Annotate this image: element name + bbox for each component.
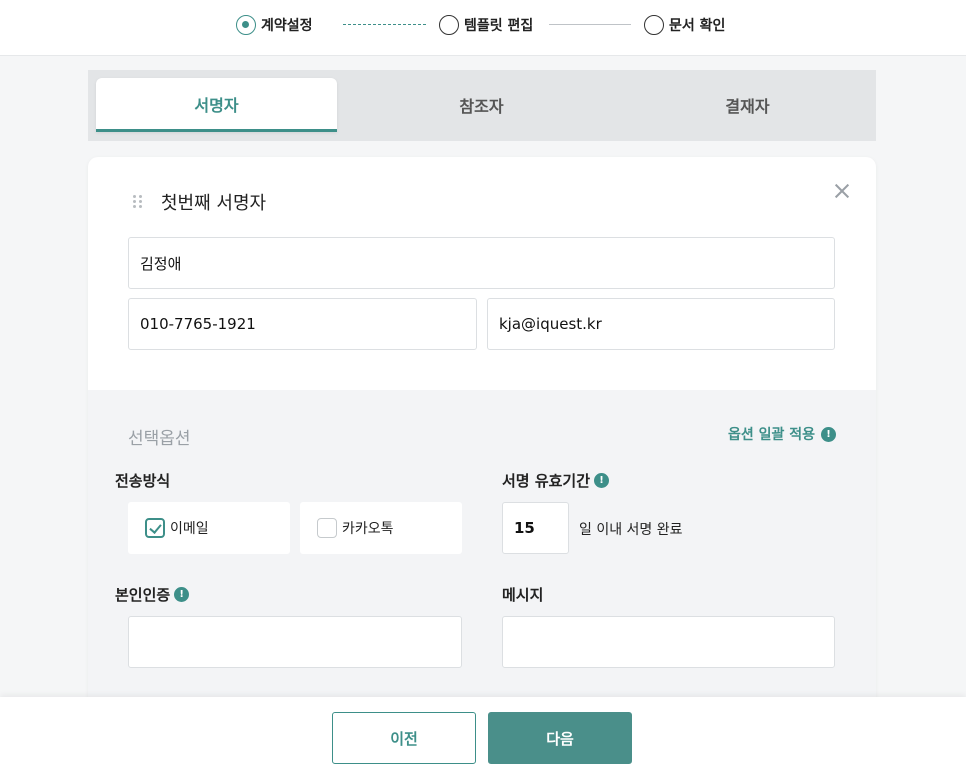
step-radio-icon: [644, 15, 664, 35]
bulk-apply-label: 옵션 일괄 적용: [727, 427, 815, 443]
info-icon: !: [594, 473, 610, 488]
step-connector: [549, 24, 631, 25]
info-icon: !: [821, 426, 836, 442]
options-section: 선택옵션 옵션 일괄 적용 ! 전송방식 이메일 카카오톡 서명 유효기간 ! …: [88, 390, 876, 717]
next-button[interactable]: 다음: [488, 712, 632, 764]
step-connector: [343, 24, 426, 25]
step-radio-icon: [439, 15, 459, 35]
validity-label-text: 서명 유효기간: [502, 472, 591, 490]
step-label: 문서 확인: [669, 18, 726, 34]
message-label: 메시지: [502, 586, 544, 604]
message-field[interactable]: [502, 616, 835, 668]
step-label: 계약설정: [261, 18, 313, 34]
signer-title: 첫번째 서명자: [161, 193, 267, 214]
checkbox-label: 카카오톡: [342, 521, 394, 537]
prev-button[interactable]: 이전: [332, 712, 476, 764]
signer-name-field[interactable]: 김정애: [128, 237, 835, 289]
tab-reference[interactable]: 참조자: [361, 78, 602, 132]
step-contract-settings[interactable]: 계약설정: [236, 14, 313, 36]
identity-field[interactable]: [128, 616, 462, 668]
signer-phone-field[interactable]: 010-7765-1921: [128, 298, 477, 350]
step-template-edit[interactable]: 템플릿 편집: [439, 14, 533, 36]
progress-stepper: 계약설정 템플릿 편집 문서 확인: [0, 0, 966, 56]
signer-email-field[interactable]: kja@iquest.kr: [487, 298, 835, 350]
checkbox-checked-icon: [145, 518, 165, 538]
checkbox-email[interactable]: 이메일: [128, 502, 290, 554]
checkbox-label: 이메일: [170, 521, 209, 537]
step-label: 템플릿 편집: [464, 18, 534, 34]
validity-label: 서명 유효기간 !: [502, 470, 610, 491]
validity-suffix: 일 이내 서명 완료: [579, 522, 683, 538]
step-active-radio-icon: [236, 15, 256, 35]
footer-bar: 이전 다음: [0, 697, 966, 771]
drag-handle-icon[interactable]: [133, 195, 143, 209]
step-document-confirm[interactable]: 문서 확인: [644, 14, 725, 36]
participant-tabs: 서명자 참조자 결재자: [88, 70, 876, 141]
tab-approver[interactable]: 결재자: [627, 78, 868, 132]
identity-label-text: 본인인증: [115, 586, 171, 604]
checkbox-kakaotalk[interactable]: 카카오톡: [300, 502, 462, 554]
send-method-label: 전송방식: [115, 472, 171, 490]
info-icon: !: [174, 587, 190, 602]
bulk-apply-button[interactable]: 옵션 일괄 적용 !: [728, 424, 836, 444]
checkbox-unchecked-icon: [317, 518, 337, 538]
tab-signer[interactable]: 서명자: [96, 78, 337, 132]
signer-card: 첫번째 서명자 김정애 010-7765-1921 kja@iquest.kr …: [88, 157, 876, 717]
options-heading: 선택옵션: [128, 429, 191, 449]
validity-days-input[interactable]: 15: [502, 502, 569, 554]
identity-label: 본인인증 !: [115, 584, 190, 605]
close-icon[interactable]: [832, 181, 852, 201]
